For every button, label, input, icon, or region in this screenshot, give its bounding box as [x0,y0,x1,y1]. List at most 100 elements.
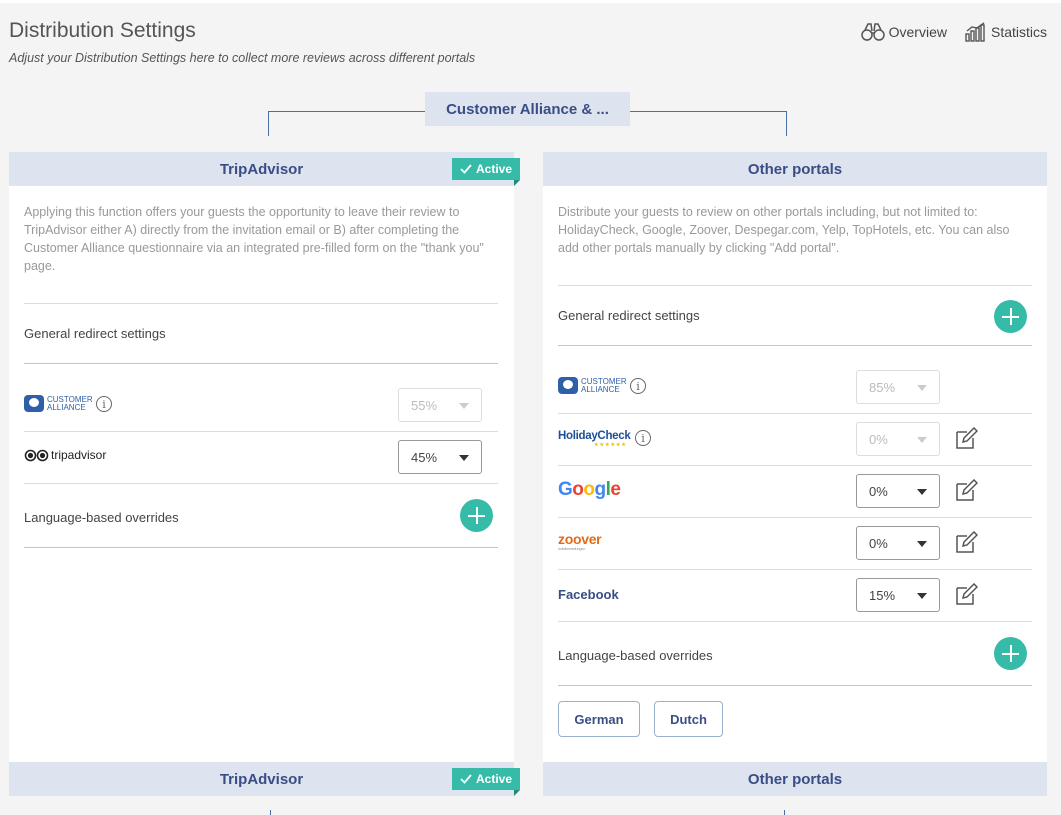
tripadvisor-panel: TripAdvisor Active Applying this functio… [9,152,520,762]
active-badge-label: Active [475,772,513,786]
select-value: 0% [869,483,888,499]
tripadvisor-description: Applying this function offers your guest… [24,205,484,273]
active-badge-label: Active [475,162,513,176]
customer-alliance-bubble-icon [558,377,578,394]
check-icon [460,774,472,784]
chevron-down-icon [917,541,927,547]
zoover-percentage-select[interactable]: 0% [856,526,940,560]
tree-connector [786,111,787,136]
active-badge: Active [452,768,520,796]
divider [24,483,498,484]
check-icon [460,164,472,174]
other-portals-panel-bottom: Other portals [543,762,1047,797]
edit-icon[interactable] [954,583,978,607]
overview-link[interactable]: Overview [860,22,947,42]
rating-stars-icon: ★★★★★★ [594,442,627,448]
language-german-button[interactable]: German [558,701,640,737]
owl-icon [24,449,49,462]
edit-icon[interactable] [954,427,978,451]
edit-icon[interactable] [954,531,978,555]
header-links: Overview Statistics [860,22,1047,42]
tree-connector [268,111,269,136]
zoover-logo-text: zoover [558,531,602,547]
tripadvisor-panel-title: TripAdvisor [219,770,304,788]
other-portals-panel-title: Other portals [747,770,843,788]
google-percentage-select[interactable]: 0% [856,474,940,508]
add-portal-button[interactable] [994,300,1027,333]
select-value: 55% [411,397,438,413]
tripadvisor-panel-header: TripAdvisor Active [9,762,520,796]
select-value: 45% [411,449,438,465]
language-dutch-button[interactable]: Dutch [654,701,723,737]
customer-alliance-percentage-select: 55% [398,388,482,422]
divider [558,569,1032,570]
statistics-link[interactable]: Statistics [965,22,1047,42]
customer-alliance-logo-text: CUSTOMER ALLIANCE [47,394,93,412]
add-language-override-button[interactable] [460,499,493,532]
tripadvisor-panel-bottom: TripAdvisor Active [9,762,520,797]
binoculars-icon [860,23,885,41]
divider [24,547,498,548]
select-value: 0% [869,431,888,447]
zoover-logo-subtext: hotelbewertungen [558,546,586,551]
facebook-label: Facebook [558,587,619,602]
divider [558,621,1032,622]
holidaycheck-percentage-select: 0% [856,422,940,456]
select-value: 15% [869,587,896,603]
chevron-down-icon [917,385,927,391]
general-redirect-label: General redirect settings [558,308,700,323]
tree-connector [268,111,425,112]
google-logo: Google [558,479,621,500]
chevron-down-icon [459,455,469,461]
tree-connector [270,810,271,815]
page-subtitle: Adjust your Distribution Settings here t… [9,51,476,65]
tripadvisor-percentage-select[interactable]: 45% [398,440,482,474]
tree-root-node[interactable]: Customer Alliance & ... [425,92,630,126]
divider [24,431,498,432]
other-portals-panel-header: Other portals [543,152,1047,186]
add-language-override-button[interactable] [994,637,1027,670]
chevron-down-icon [459,403,469,409]
statistics-label: Statistics [990,24,1047,40]
bar-chart-icon [965,22,985,42]
tripadvisor-panel-title: TripAdvisor [219,160,304,178]
edit-icon[interactable] [954,479,978,503]
divider [558,465,1032,466]
language-overrides-label: Language-based overrides [558,648,713,663]
holidaycheck-logo: HolidayCheck ★★★★★★ [558,430,631,448]
overview-label: Overview [888,24,947,40]
info-icon[interactable]: i [635,430,651,446]
other-portals-description: Distribute your guests to review on othe… [558,205,1010,255]
tripadvisor-logo: tripadvisor [24,448,106,462]
divider [558,685,1032,686]
divider [558,345,1032,346]
divider [558,517,1032,518]
chevron-down-icon [917,593,927,599]
divider [24,363,498,364]
divider [558,413,1032,414]
facebook-percentage-select[interactable]: 15% [856,578,940,612]
other-portals-panel-title: Other portals [747,160,843,178]
tripadvisor-panel-header: TripAdvisor Active [9,152,520,186]
other-portals-panel: Other portals Distribute your guests to … [543,152,1047,762]
customer-alliance-logo: CUSTOMER ALLIANCE [24,395,95,412]
tripadvisor-logo-text: tripadvisor [51,448,107,462]
zoover-logo: zoover hotelbewertungen [558,531,602,551]
page-title: Distribution Settings [9,19,196,42]
customer-alliance-bubble-icon [24,395,44,412]
info-icon[interactable]: i [630,378,646,394]
divider [24,303,498,304]
info-icon[interactable]: i [96,396,112,412]
select-value: 0% [869,535,888,551]
other-portals-panel-header: Other portals [543,762,1047,796]
tree-connector [630,111,787,112]
divider [558,285,1032,286]
customer-alliance-percentage-select: 85% [856,370,940,404]
holidaycheck-logo-text: HolidayCheck [558,430,631,442]
general-redirect-label: General redirect settings [24,326,166,341]
chevron-down-icon [917,437,927,443]
language-overrides-label: Language-based overrides [24,510,179,525]
top-border [0,0,1061,3]
customer-alliance-logo-text: CUSTOMER ALLIANCE [581,376,627,394]
customer-alliance-logo: CUSTOMER ALLIANCE [558,377,629,394]
